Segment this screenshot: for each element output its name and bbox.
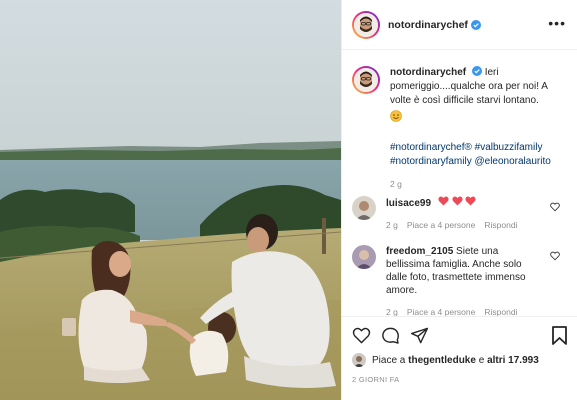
smiling-face-icon (390, 110, 402, 122)
red-heart-icon (438, 196, 449, 206)
reply-button[interactable]: Rispondi (484, 219, 517, 232)
caption-hashtags: #notordinarychef® #valbuzzifamily #notor… (390, 141, 570, 169)
commenter-avatar[interactable] (352, 245, 376, 269)
user-avatar-icon (352, 353, 366, 367)
commenter-username[interactable]: freedom_2105 (386, 246, 453, 257)
chef-avatar-icon (354, 12, 378, 37)
post-timestamp[interactable]: 2 GIORNI FA (352, 375, 399, 384)
likes-summary: Piace a thegentleduke e altri 17.993 (352, 353, 539, 367)
action-bar: Piace a thegentleduke e altri 17.993 2 G… (342, 316, 577, 400)
comment-bubble-icon[interactable] (381, 326, 400, 345)
caption-age[interactable]: 2 g (390, 177, 570, 191)
share-paper-plane-icon[interactable] (410, 326, 429, 345)
more-options-icon[interactable]: ••• (548, 16, 566, 30)
user-avatar-icon (352, 196, 376, 220)
comment-item: luisace99 2 g Piace a 4 persone Rispondi (352, 196, 570, 232)
comment-age[interactable]: 2 g (386, 219, 398, 232)
commenter-avatar[interactable] (352, 196, 376, 220)
like-heart-icon[interactable] (352, 326, 371, 345)
save-bookmark-icon[interactable] (551, 326, 568, 345)
red-heart-icon (465, 196, 476, 206)
caption-text: notordinarychef Ieri pomeriggio....qualc… (390, 66, 570, 191)
user-avatar-icon (352, 245, 376, 269)
liker-avatar[interactable] (352, 353, 366, 367)
red-heart-icon (452, 196, 463, 206)
comment-likes[interactable]: Piace a 4 persone (407, 219, 476, 232)
author-username[interactable]: notordinarychef (388, 19, 468, 31)
likes-mid: e (478, 354, 485, 366)
post-photo[interactable] (0, 0, 341, 400)
commenter-username[interactable]: luisace99 (386, 198, 431, 209)
caption-avatar[interactable] (352, 66, 380, 94)
likes-prefix: Piace a (372, 354, 406, 366)
family-photo (0, 0, 341, 400)
verified-badge-icon (471, 66, 482, 76)
comment-hearts (438, 196, 477, 209)
post-panel: notordinarychef ••• notordinarychef Ieri… (341, 0, 577, 400)
liker-username[interactable]: thegentleduke (408, 355, 476, 366)
comment-item: freedom_2105 Siete una bellissima famigl… (352, 245, 570, 319)
chef-avatar-icon (354, 68, 378, 92)
caption-username[interactable]: notordinarychef (390, 67, 466, 78)
likes-count[interactable]: altri 17.993 (487, 355, 539, 366)
caption: notordinarychef Ieri pomeriggio....qualc… (352, 66, 570, 191)
like-comment-heart-icon[interactable] (550, 251, 560, 261)
verified-badge-icon (470, 19, 481, 30)
like-comment-heart-icon[interactable] (550, 202, 560, 212)
hashtag-link[interactable]: #notordinaryfamily @eleonoralaurito (390, 155, 570, 169)
post-header: notordinarychef ••• (342, 0, 577, 50)
hashtag-link[interactable]: #notordinarychef® #valbuzzifamily (390, 141, 570, 155)
author-avatar[interactable] (352, 10, 380, 39)
